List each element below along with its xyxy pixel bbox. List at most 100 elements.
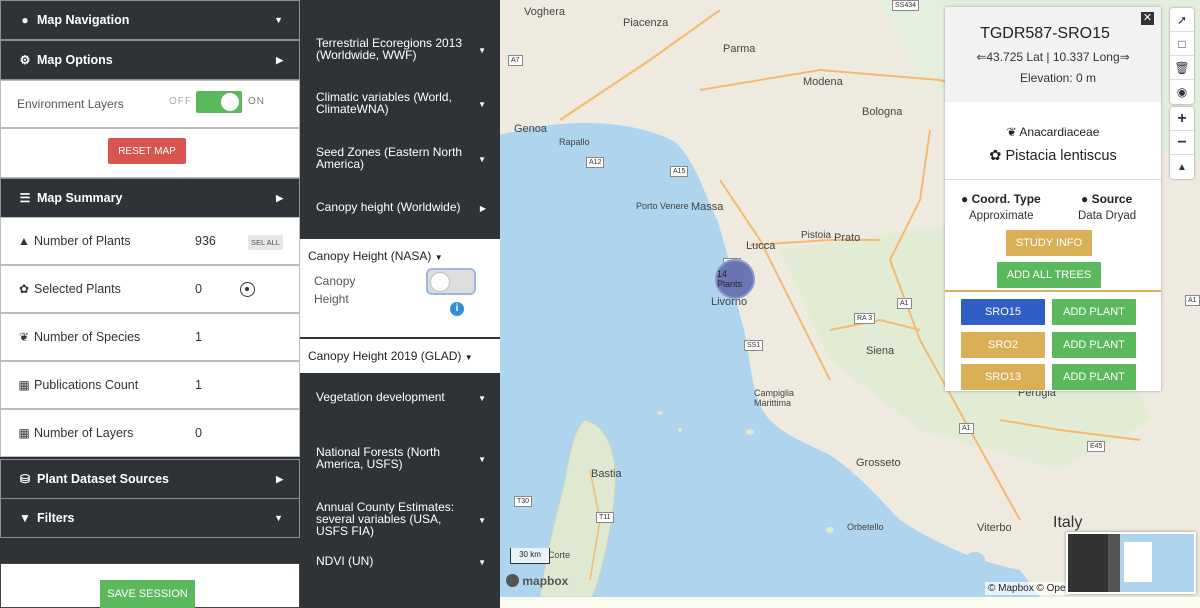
study-info-button[interactable]: STUDY INFO <box>1006 230 1092 256</box>
chevron-right-icon: ▶ <box>276 193 283 203</box>
plant-id-button[interactable]: SRO2 <box>961 332 1045 358</box>
summary-label: Number of Species <box>34 330 141 344</box>
leaf-icon: ❦ <box>18 330 30 344</box>
save-session-area: SAVE SESSION <box>0 563 300 608</box>
summary-value: 936 <box>195 234 216 248</box>
seedling-icon: ✿ <box>989 148 1002 164</box>
layer-item[interactable]: Annual County Estimates: several variabl… <box>300 501 500 537</box>
summary-label: Selected Plants <box>34 282 121 296</box>
divider <box>945 179 1161 180</box>
canopy-nasa-toggle-label: Canopy Height <box>314 274 356 306</box>
popup-header: ✕ TGDR587-SRO15 ⇐43.725 Lat | 10.337 Lon… <box>945 7 1161 102</box>
popup-coords: ⇐43.725 Lat | 10.337 Long⇒ <box>945 50 1161 64</box>
layer-label: Seed Zones (Eastern North America) <box>316 145 463 171</box>
country-label: Italy <box>1053 514 1083 531</box>
map-attribution[interactable]: © Mapbox © Ope <box>985 582 1069 595</box>
map-navigation-header[interactable]: ● Map Navigation ▼ <box>0 0 300 40</box>
mapbox-logo-text: mapbox <box>522 574 569 588</box>
plant-dataset-sources-label: Plant Dataset Sources <box>37 472 169 486</box>
scale-bar: 30 km <box>510 548 550 564</box>
canopy-glad-section[interactable]: Canopy Height 2019 (GLAD) ▼ <box>300 339 500 373</box>
number-of-plants-row: ▲ Number of Plants 936 SEL ALL <box>0 217 300 265</box>
popup-title: TGDR587-SRO15 <box>980 25 1110 42</box>
map-summary-label: Map Summary <box>37 191 123 205</box>
reset-map-button[interactable]: RESET MAP <box>108 138 186 164</box>
number-of-species-row: ❦ Number of Species 1 <box>0 313 300 361</box>
plant-id-button[interactable]: SRO15 <box>961 299 1045 325</box>
mapbox-logo[interactable]: mapbox <box>506 574 568 588</box>
layer-label: Vegetation development <box>316 390 445 404</box>
layer-item[interactable]: Canopy height (Worldwide) ▶ <box>300 201 500 213</box>
caret-down-icon: ▼ <box>478 558 486 567</box>
environment-layers-row: Environment Layers OFF ON <box>0 80 300 128</box>
caret-down-icon: ▼ <box>434 253 443 262</box>
canopy-nasa-toggle[interactable] <box>426 268 476 295</box>
draw-polygon-icon[interactable]: □ <box>1170 32 1194 56</box>
canopy-glad-title: Canopy Height 2019 (GLAD) ▼ <box>308 349 473 363</box>
camera-icon[interactable]: ◉ <box>1170 80 1194 104</box>
road-shield: RA 3 <box>854 313 876 324</box>
map-marker-icon: ● <box>961 192 969 206</box>
summary-label: Number of Layers <box>34 426 134 440</box>
road-shield: T11 <box>596 512 614 523</box>
filter-icon: ▼ <box>19 511 31 525</box>
divider <box>945 290 1161 292</box>
compass-icon[interactable]: ▲ <box>1170 155 1194 179</box>
road-shield: A15 <box>670 166 689 177</box>
popup-coords-text: 43.725 Lat | 10.337 Long <box>986 50 1120 64</box>
target-icon[interactable] <box>240 282 255 297</box>
trash-icon[interactable]: 🗑 <box>1170 56 1194 80</box>
save-session-button[interactable]: SAVE SESSION <box>100 580 195 608</box>
place-label: Rapallo <box>559 137 590 147</box>
filters-header[interactable]: ▼ Filters ▼ <box>0 498 300 538</box>
layer-item[interactable]: Terrestrial Ecoregions 2013 (Worldwide, … <box>300 37 500 61</box>
layer-label: Annual County Estimates: several variabl… <box>316 500 455 538</box>
road-shield: A1 <box>897 298 912 309</box>
environment-layers-toggle[interactable] <box>196 91 242 113</box>
layer-item[interactable]: Vegetation development ▼ <box>300 391 500 403</box>
place-label: Parma <box>723 43 756 55</box>
chevron-down-icon: ▼ <box>274 15 283 25</box>
map-summary-header[interactable]: ☰ Map Summary ▶ <box>0 178 300 218</box>
add-all-trees-button[interactable]: ADD ALL TREES <box>997 262 1101 288</box>
place-label: Massa <box>691 201 724 213</box>
plant-id-button[interactable]: SRO13 <box>961 364 1045 390</box>
map-options-header[interactable]: ⚙ Map Options ▶ <box>0 40 300 80</box>
map-icon: ▦ <box>18 426 30 440</box>
select-all-button[interactable]: SEL ALL <box>248 235 283 250</box>
place-label: Porto Venere <box>636 201 689 211</box>
close-icon[interactable]: ✕ <box>1141 12 1154 25</box>
plant-cluster-marker[interactable]: 14 Plants <box>715 259 755 299</box>
reset-map-row: RESET MAP <box>0 128 300 178</box>
road-shield: A7 <box>508 55 523 66</box>
plant-dataset-sources-header[interactable]: ⛁ Plant Dataset Sources ▶ <box>0 459 300 499</box>
caret-down-icon: ▼ <box>478 100 486 109</box>
filters-label: Filters <box>37 511 75 525</box>
source-label-text: Source <box>1091 192 1133 206</box>
layer-item[interactable]: National Forests (North America, USFS) ▼ <box>300 446 500 470</box>
mapbox-logo-icon <box>506 574 519 587</box>
canopy-nasa-section: Canopy Height (NASA) ▼ Canopy Height i <box>300 239 500 337</box>
add-plant-button[interactable]: ADD PLANT <box>1052 299 1136 325</box>
layer-item[interactable]: Seed Zones (Eastern North America) ▼ <box>300 146 500 170</box>
summary-value: 0 <box>195 282 202 296</box>
caret-down-icon: ▼ <box>478 516 486 525</box>
canopy-nasa-title[interactable]: Canopy Height (NASA) ▼ <box>308 249 443 263</box>
layer-item[interactable]: NDVI (UN) ▼ <box>300 555 500 567</box>
layer-label: National Forests (North America, USFS) <box>316 445 441 471</box>
add-plant-button[interactable]: ADD PLANT <box>1052 332 1136 358</box>
add-plant-button[interactable]: ADD PLANT <box>1052 364 1136 390</box>
selected-plants-row: ✿ Selected Plants 0 <box>0 265 300 313</box>
road-shield: T30 <box>514 496 533 507</box>
coord-type-label-text: Coord. Type <box>971 192 1041 206</box>
place-label: Viterbo <box>977 522 1012 534</box>
minimap-thumbnail[interactable] <box>1066 532 1196 594</box>
zoom-out-icon[interactable]: − <box>1170 131 1194 155</box>
place-label: Bologna <box>862 106 903 118</box>
zoom-in-icon[interactable]: + <box>1170 107 1194 131</box>
draw-line-icon[interactable]: ➚ <box>1170 8 1194 32</box>
map-options-label: Map Options <box>37 53 113 67</box>
layer-item[interactable]: Climatic variables (World, ClimateWNA) ▼ <box>300 91 500 115</box>
info-icon[interactable]: i <box>450 302 464 316</box>
popup-elevation: Elevation: 0 m <box>1019 71 1097 85</box>
